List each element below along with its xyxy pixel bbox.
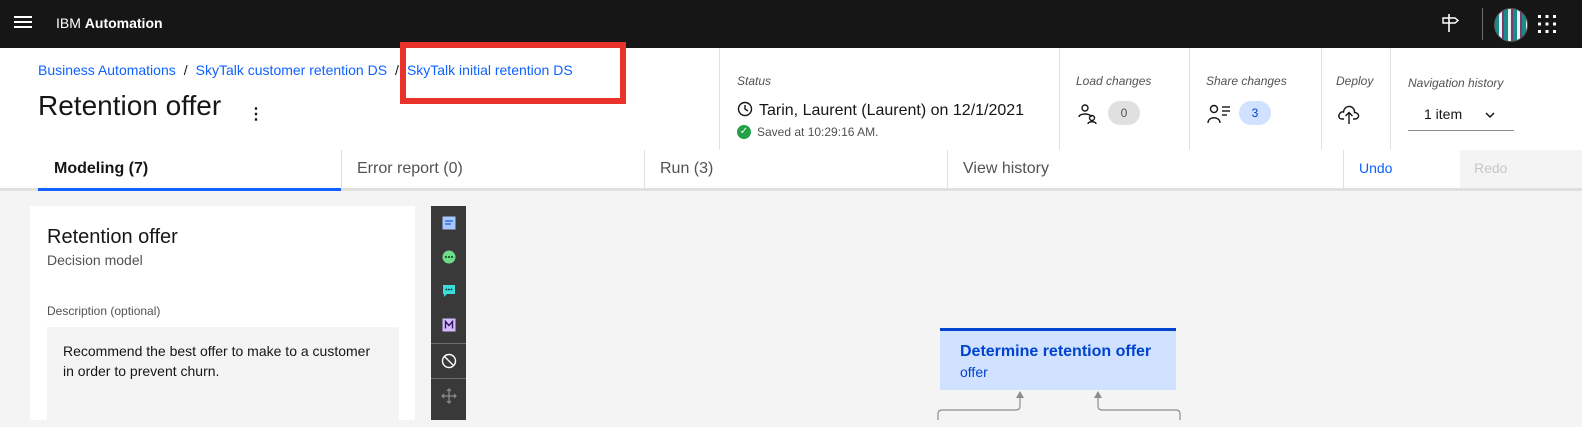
- load-changes-label: Load changes: [1076, 74, 1152, 88]
- deploy-label: Deploy: [1336, 74, 1374, 88]
- node-palette: [431, 206, 466, 420]
- load-changes-count[interactable]: 0: [1108, 101, 1140, 125]
- share-changes-count[interactable]: 3: [1239, 101, 1271, 125]
- redo-button[interactable]: Redo: [1460, 150, 1582, 188]
- header-divider: [719, 48, 720, 150]
- navigation-history-value: 1 item: [1424, 106, 1463, 122]
- hamburger-menu-icon[interactable]: [14, 16, 32, 32]
- model-details-panel: Retention offer Decision model Descripti…: [30, 206, 415, 427]
- comment-node-icon[interactable]: [431, 274, 466, 308]
- tab-run[interactable]: Run (3): [644, 150, 947, 188]
- header-divider: [1321, 48, 1322, 150]
- navigation-history-label: Navigation history: [1408, 76, 1504, 90]
- tab-divider: [1343, 150, 1344, 188]
- breadcrumb-item[interactable]: Business Automations: [38, 62, 176, 78]
- navigation-history-select[interactable]: 1 item: [1408, 100, 1514, 131]
- chevron-down-icon: [1485, 112, 1495, 119]
- model-node-icon[interactable]: [431, 308, 466, 342]
- tab-error-report[interactable]: Error report (0): [341, 150, 644, 188]
- header-divider: [1390, 48, 1391, 150]
- topbar-divider: [1482, 8, 1483, 40]
- overflow-menu-icon[interactable]: ⋮: [248, 104, 264, 124]
- undo-button[interactable]: Undo: [1359, 160, 1392, 176]
- clock-icon: [737, 101, 753, 117]
- decision-node-icon[interactable]: [431, 240, 466, 274]
- avatar[interactable]: [1494, 8, 1528, 42]
- move-icon[interactable]: [431, 379, 466, 413]
- breadcrumb-separator: /: [183, 62, 188, 78]
- status-owner: Tarin, Laurent (Laurent) on 12/1/2021: [759, 102, 1025, 119]
- checkmark-icon: ✓: [737, 125, 751, 139]
- model-type: Decision model: [47, 252, 143, 268]
- decision-node[interactable]: Determine retention offer offer: [940, 328, 1176, 390]
- disable-icon[interactable]: [431, 344, 466, 378]
- description-label: Description (optional): [47, 304, 161, 318]
- page-header: Business Automations / SkyTalk customer re…: [0, 42, 1582, 151]
- node-connectors: [937, 391, 1181, 420]
- description-field[interactable]: Recommend the best offer to make to a cu…: [47, 327, 399, 427]
- node-title: Determine retention offer: [960, 343, 1152, 360]
- brand-name[interactable]: IBM Automation: [56, 15, 163, 31]
- header-divider: [1059, 48, 1060, 150]
- note-icon[interactable]: [431, 206, 466, 240]
- brand-prefix: IBM: [56, 15, 81, 31]
- node-output-type: offer: [960, 364, 988, 380]
- share-changes-icon[interactable]: [1207, 103, 1231, 125]
- share-changes-label: Share changes: [1206, 74, 1287, 88]
- top-bar: IBM Automation: [0, 0, 1582, 48]
- tab-view-history[interactable]: View history: [947, 150, 1343, 188]
- saved-status: ✓ Saved at 10:29:16 AM.: [737, 125, 878, 139]
- model-title: Retention offer: [47, 226, 178, 248]
- tab-bar: Modeling (7) Error report (0) Run (3) Vi…: [0, 150, 1582, 191]
- signpost-icon[interactable]: [1440, 12, 1460, 34]
- page-title: Retention offer: [38, 90, 222, 121]
- brand-product: Automation: [84, 15, 163, 31]
- status-label: Status: [737, 74, 772, 88]
- header-divider: [1189, 48, 1190, 150]
- tab-modeling[interactable]: Modeling (7): [38, 150, 341, 191]
- status-text: Tarin, Laurent (Laurent) on 12/1/2021: [737, 101, 1024, 120]
- app-switcher-icon[interactable]: [1537, 14, 1557, 34]
- saved-text: Saved at 10:29:16 AM.: [757, 125, 879, 139]
- highlight-box: [400, 42, 626, 104]
- cloud-upload-icon[interactable]: [1337, 103, 1361, 125]
- load-changes-icon[interactable]: [1077, 103, 1099, 125]
- breadcrumb-item[interactable]: SkyTalk customer retention DS: [196, 62, 387, 78]
- breadcrumb-separator: /: [395, 62, 399, 78]
